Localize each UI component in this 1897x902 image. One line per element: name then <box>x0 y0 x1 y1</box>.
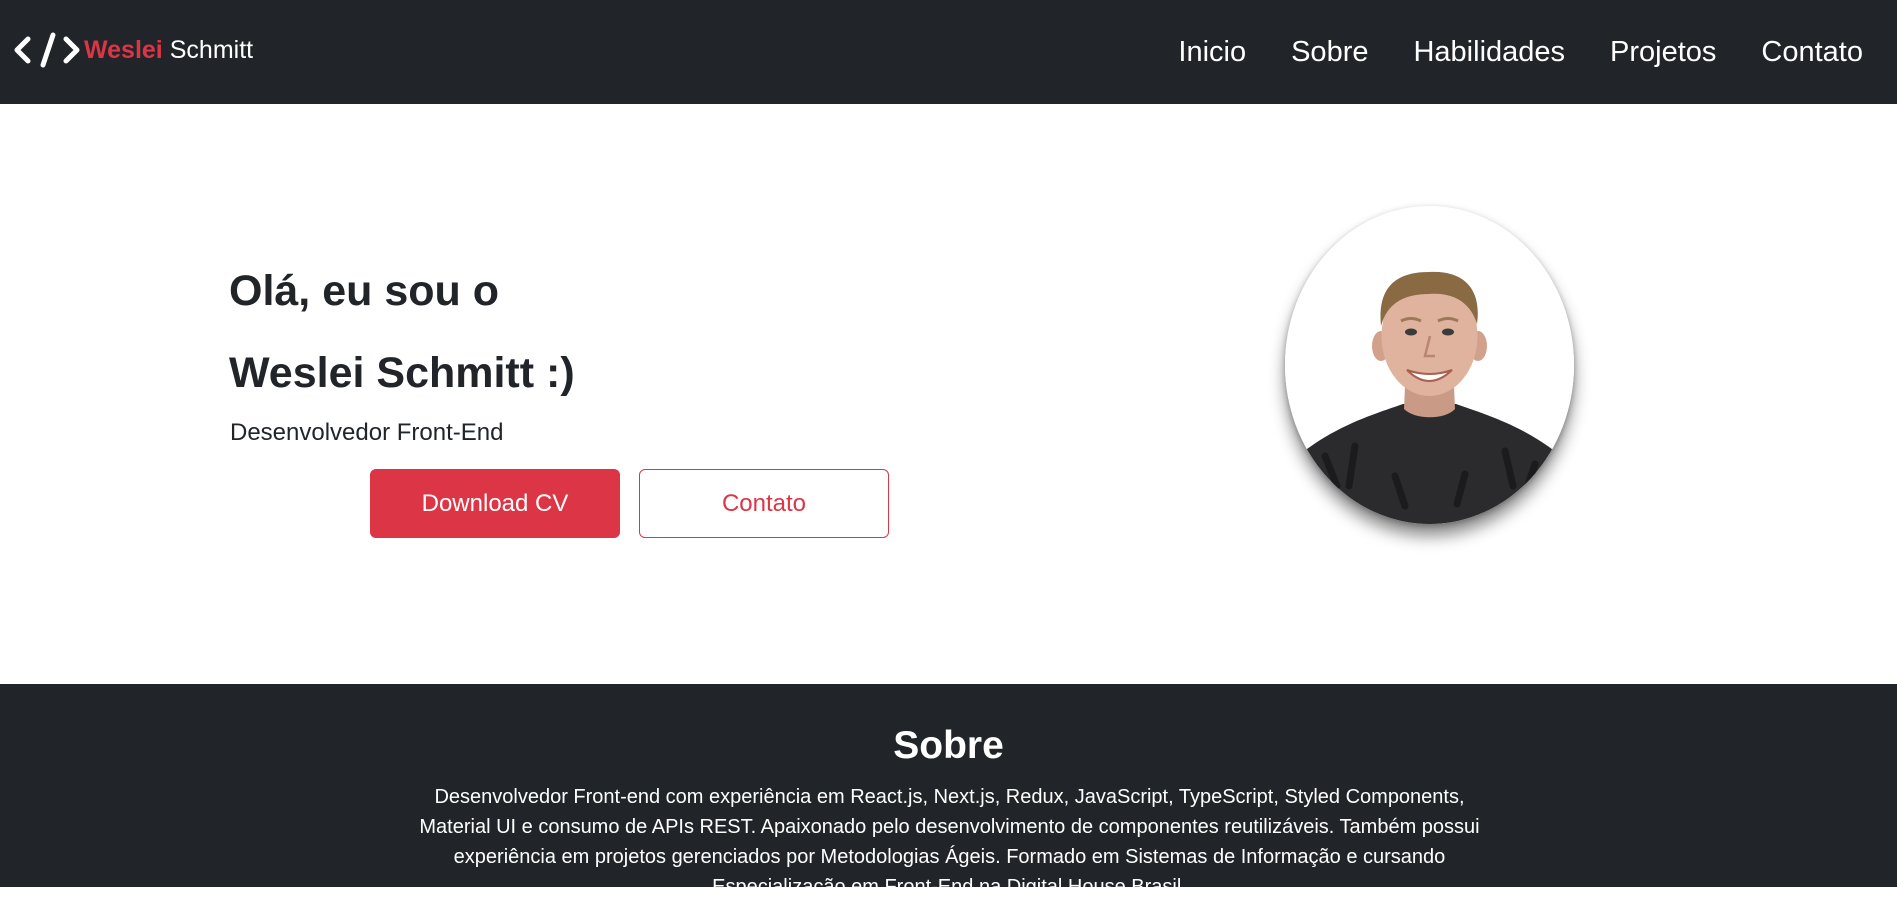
about-title: Sobre <box>893 724 1004 767</box>
contact-button[interactable]: Contato <box>639 469 889 538</box>
nav-link-sobre[interactable]: Sobre <box>1291 34 1368 70</box>
download-cv-button[interactable]: Download CV <box>370 469 620 538</box>
hero-title-line2: Weslei Schmitt :) <box>229 349 575 397</box>
hero-title: Olá, eu sou o Weslei Schmitt :) <box>229 250 575 414</box>
hero-section: Olá, eu sou o Weslei Schmitt :) Desenvol… <box>0 104 1897 684</box>
profile-photo <box>1285 206 1574 524</box>
nav-link-contato[interactable]: Contato <box>1761 34 1863 70</box>
code-brackets-icon <box>14 31 82 69</box>
brand-first-name: Weslei <box>84 35 163 64</box>
brand-logo[interactable]: Weslei Schmitt <box>14 30 253 70</box>
about-description: Desenvolvedor Front-end com experiência … <box>419 786 1480 898</box>
navbar: Weslei Schmitt Inicio Sobre Habilidades … <box>0 0 1897 104</box>
nav-link-inicio[interactable]: Inicio <box>1178 34 1246 70</box>
nav-link-projetos[interactable]: Projetos <box>1610 34 1716 70</box>
hero-title-line1: Olá, eu sou o <box>229 267 499 315</box>
about-section: Sobre Desenvolvedor Front-end com experi… <box>0 684 1897 898</box>
nav-link-habilidades[interactable]: Habilidades <box>1413 34 1565 70</box>
brand-last-name: Schmitt <box>169 35 254 64</box>
hero-subtitle: Desenvolvedor Front-End <box>230 419 504 446</box>
nav-menu: Inicio Sobre Habilidades Projetos Contat… <box>1133 34 1863 70</box>
